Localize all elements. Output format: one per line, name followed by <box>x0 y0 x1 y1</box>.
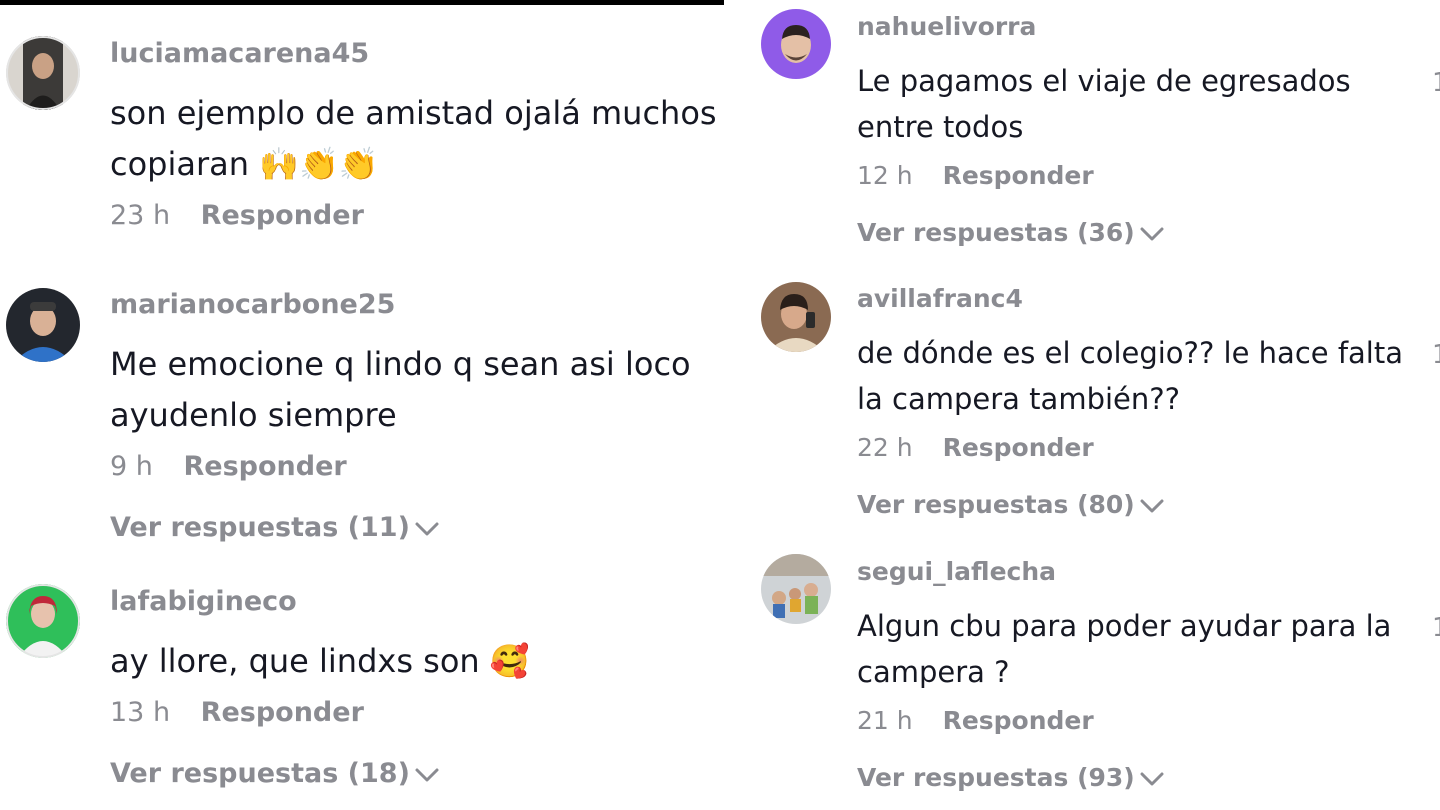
like-count: 1 <box>1432 68 1440 98</box>
reply-button[interactable]: Responder <box>183 451 346 482</box>
comment-meta: 13 h Responder <box>110 697 364 728</box>
view-replies-button[interactable]: Ver respuestas (11) <box>110 512 440 543</box>
view-replies-label: Ver respuestas (11) <box>110 512 410 543</box>
avatar-photo-icon <box>6 584 80 658</box>
view-replies-button[interactable]: Ver respuestas (80) <box>857 490 1165 519</box>
comment-text: son ejemplo de amistad ojalá muchos copi… <box>110 94 717 183</box>
avatar-photo-icon <box>6 36 80 110</box>
view-replies-button[interactable]: Ver respuestas (93) <box>857 763 1165 792</box>
view-replies-label: Ver respuestas (36) <box>857 218 1135 247</box>
comment-text: Me emocione q lindo q sean asi loco ayud… <box>110 345 691 434</box>
avatar[interactable] <box>761 554 831 624</box>
comment-time: 9 h <box>110 451 153 482</box>
reply-button[interactable]: Responder <box>201 697 364 728</box>
comment-time: 21 h <box>857 706 913 735</box>
comment-meta: 12 h Responder <box>857 161 1094 190</box>
reply-button[interactable]: Responder <box>943 706 1094 735</box>
comment-text: de dónde es el colegio?? le hace falta l… <box>857 336 1404 416</box>
avatar-photo-icon <box>761 282 831 352</box>
comment-meta: 21 h Responder <box>857 706 1094 735</box>
reply-button[interactable]: Responder <box>943 161 1094 190</box>
comment-time: 23 h <box>110 200 171 231</box>
chevron-down-icon <box>1140 772 1164 786</box>
comment-text: ay llore, que lindxs son 🥰 <box>110 642 530 680</box>
comment-username[interactable]: marianocarbone25 <box>110 289 395 320</box>
chevron-down-icon <box>1140 227 1164 241</box>
avatar-photo-icon <box>761 554 831 624</box>
reply-button[interactable]: Responder <box>943 433 1094 462</box>
view-replies-button[interactable]: Ver respuestas (18) <box>110 758 440 789</box>
chevron-down-icon <box>415 522 439 535</box>
comment-time: 12 h <box>857 161 913 190</box>
comment-meta: 23 h Responder <box>110 200 364 231</box>
view-replies-label: Ver respuestas (80) <box>857 490 1135 519</box>
avatar-photo-icon <box>761 9 831 79</box>
top-divider <box>0 0 724 5</box>
like-count: 1 <box>1432 613 1440 643</box>
comments-screen: luciamacarena45 son ejemplo de amistad o… <box>0 0 1440 810</box>
comment-meta: 9 h Responder <box>110 451 347 482</box>
comment-text: Algun cbu para poder ayudar para la camp… <box>857 609 1392 689</box>
comment-meta: 22 h Responder <box>857 433 1094 462</box>
comment-time: 22 h <box>857 433 913 462</box>
view-replies-label: Ver respuestas (93) <box>857 763 1135 792</box>
view-replies-button[interactable]: Ver respuestas (36) <box>857 218 1165 247</box>
avatar[interactable] <box>761 282 831 352</box>
avatar[interactable] <box>761 9 831 79</box>
avatar-photo-icon <box>6 288 80 362</box>
reply-button[interactable]: Responder <box>201 200 364 231</box>
avatar[interactable] <box>6 288 80 362</box>
avatar[interactable] <box>6 584 80 658</box>
chevron-down-icon <box>1140 499 1164 513</box>
comment-text: Le pagamos el viaje de egresados entre t… <box>857 64 1351 144</box>
comment-username[interactable]: segui_laflecha <box>857 557 1056 586</box>
comment-username[interactable]: lafabigineco <box>110 586 297 617</box>
comment-username[interactable]: luciamacarena45 <box>110 38 369 69</box>
comment-username[interactable]: avillafranc4 <box>857 284 1023 313</box>
comment-time: 13 h <box>110 697 171 728</box>
view-replies-label: Ver respuestas (18) <box>110 758 410 789</box>
comment-username[interactable]: nahuelivorra <box>857 12 1036 41</box>
avatar[interactable] <box>6 36 80 110</box>
like-count: 1 <box>1432 340 1440 370</box>
chevron-down-icon <box>415 768 439 781</box>
